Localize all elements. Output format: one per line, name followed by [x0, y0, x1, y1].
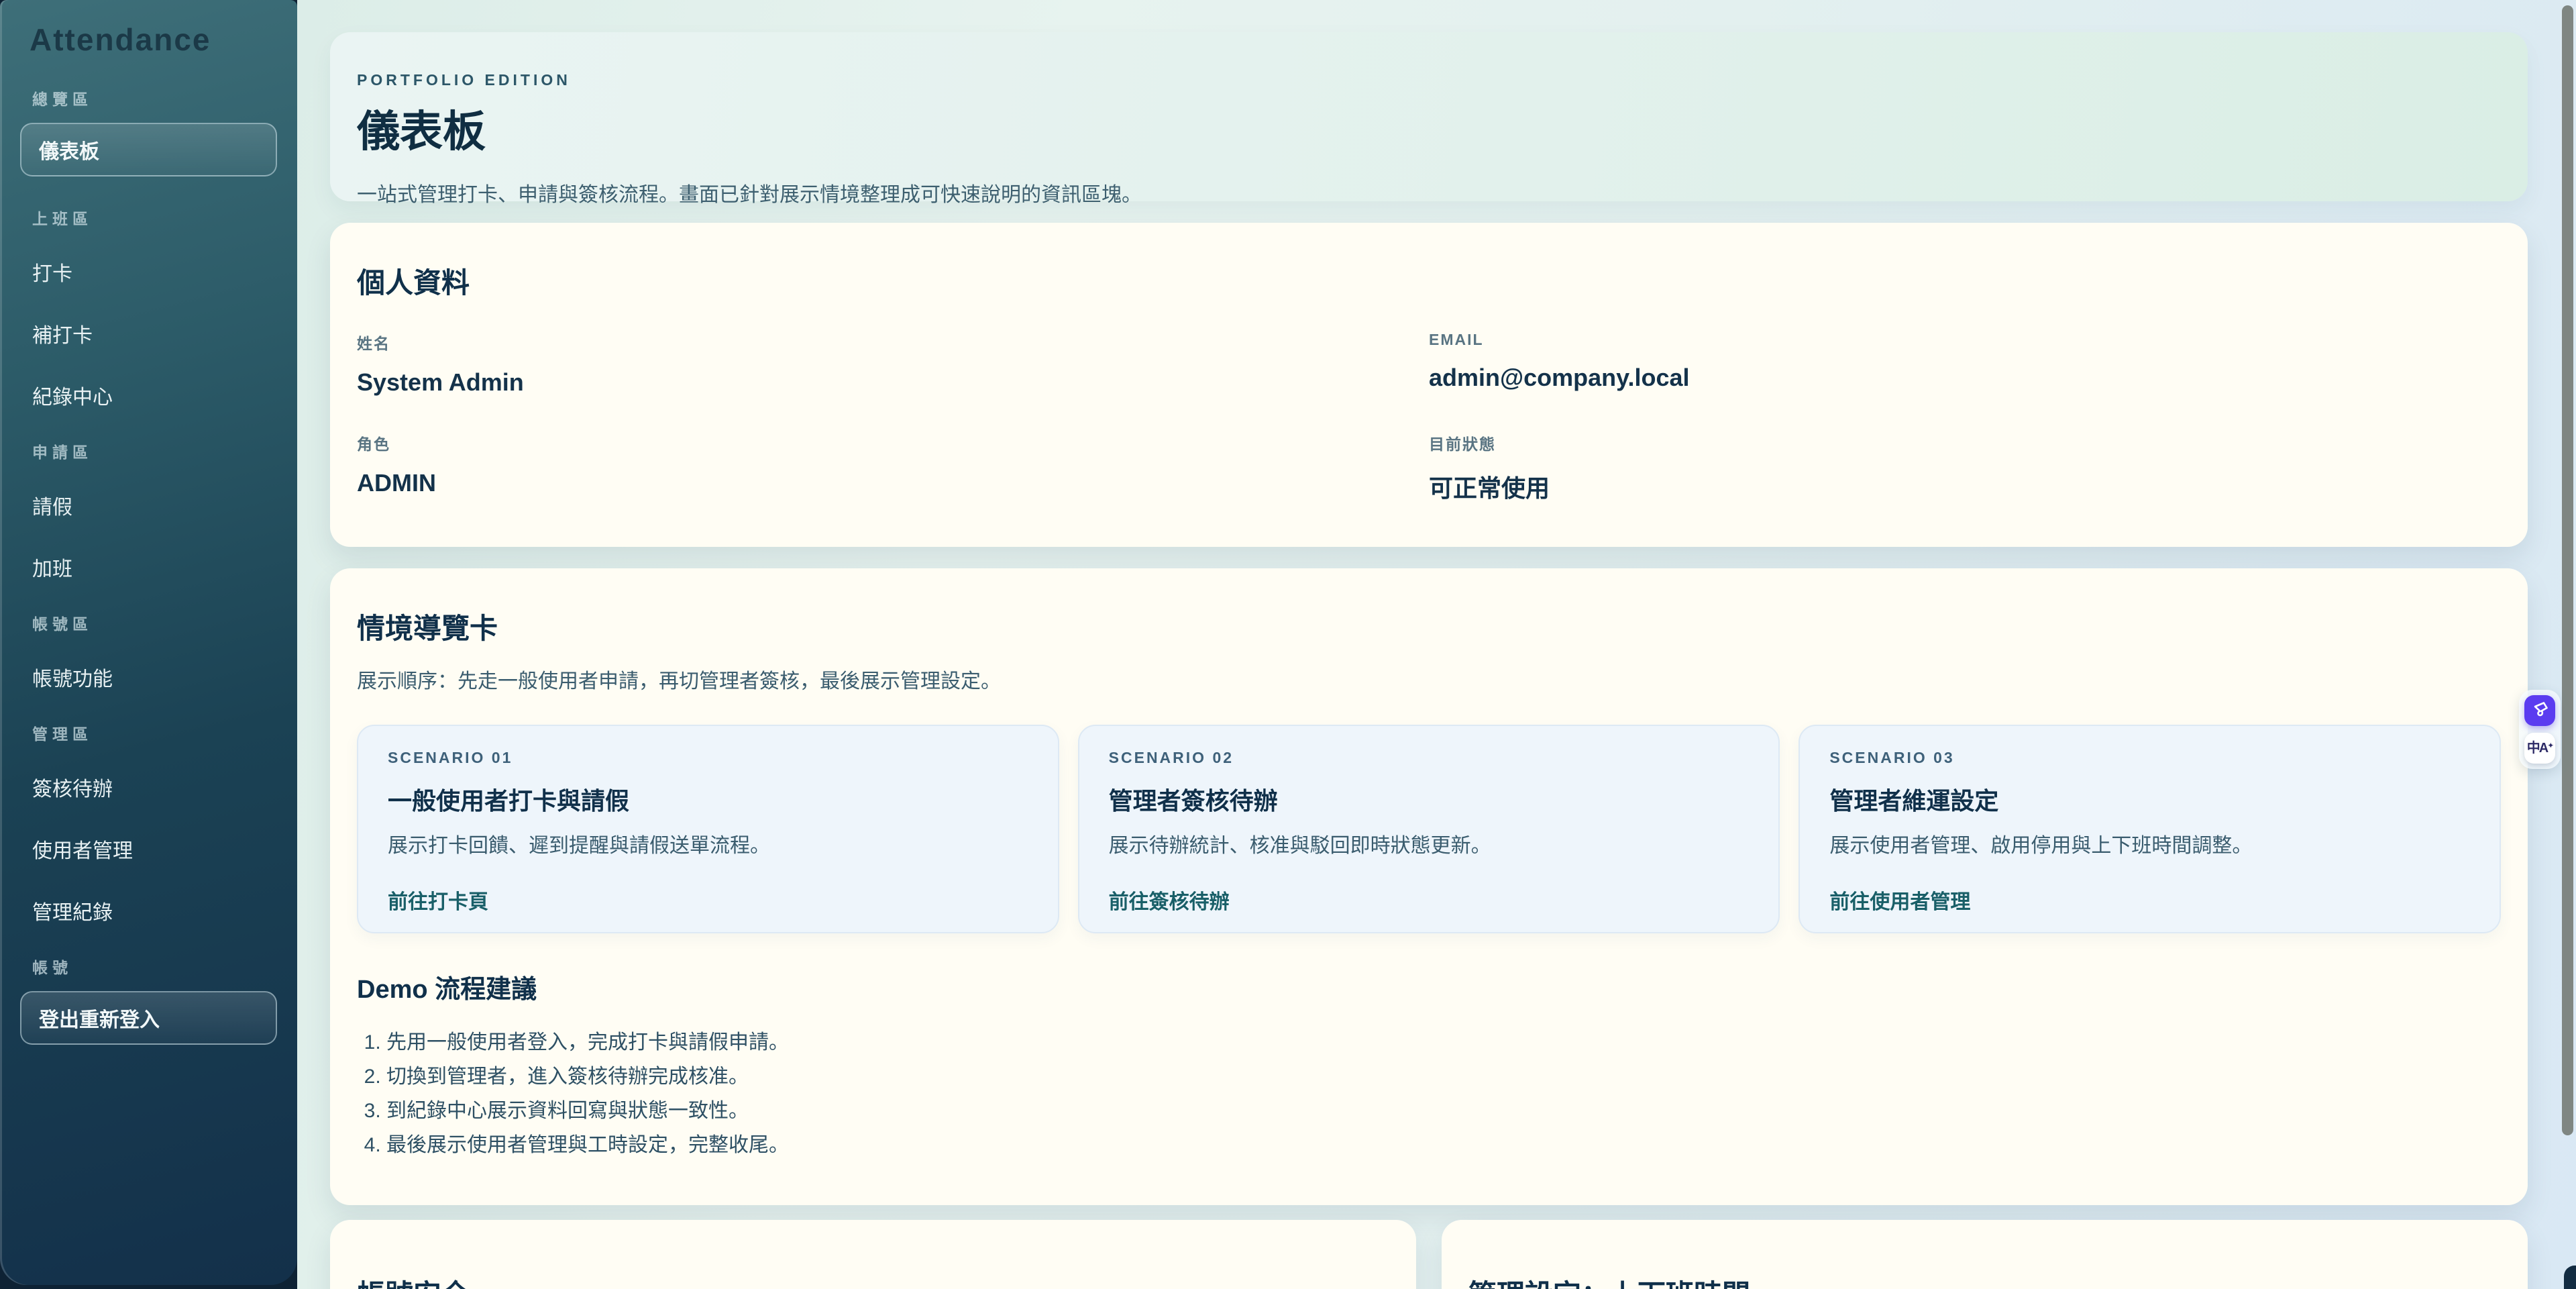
- sidebar-section-overview: 總覽區 儀表板: [20, 89, 277, 176]
- translate-button[interactable]: 中A✦: [2524, 733, 2555, 764]
- sidebar-item-records-center[interactable]: 紀錄中心: [20, 380, 277, 410]
- section-label: 帳號: [20, 958, 277, 978]
- sidebar-section-session: 帳號 登出重新登入: [20, 958, 277, 1045]
- account-security-title: 帳號安全: [357, 1272, 1389, 1289]
- scenario-link-approvals[interactable]: 前往簽核待辦: [1109, 885, 1230, 915]
- scenario-tag: SCENARIO 02: [1109, 749, 1750, 767]
- field-label: 角色: [357, 431, 1429, 454]
- scenario-guide-title: 情境導覽卡: [357, 606, 2501, 647]
- section-label: 申請區: [20, 442, 277, 462]
- scenario-title: 管理者維運設定: [1829, 782, 2470, 817]
- section-label: 管理區: [20, 724, 277, 744]
- field-label: 姓名: [357, 331, 1429, 354]
- scenario-tag: SCENARIO 03: [1829, 749, 2470, 767]
- sidebar-item-admin-logs[interactable]: 管理紀錄: [20, 896, 277, 925]
- scenario-guide-card: 情境導覽卡 展示順序：先走一般使用者申請，再切管理者簽核，最後展示管理設定。 S…: [330, 568, 2528, 1205]
- scenario-card-1: SCENARIO 01 一般使用者打卡與請假 展示打卡回饋、遲到提醒與請假送單流…: [357, 725, 1059, 933]
- profile-card: 個人資料 姓名 System Admin EMAIL admin@company…: [330, 223, 2528, 547]
- sidebar-item-account-functions[interactable]: 帳號功能: [20, 662, 277, 692]
- work-hours-title: 管理設定：上下班時間: [1468, 1272, 2501, 1289]
- sidebar-item-approvals[interactable]: 簽核待辦: [20, 772, 277, 802]
- bottom-row: 帳號安全 密碼修改與重設功能已移至帳號區，點擊後再進入對應頁面操作。 前往帳號區…: [330, 1220, 2528, 1289]
- demo-step: 切換到管理者，進入簽核待辦完成核准。: [386, 1060, 2501, 1094]
- scenario-grid: SCENARIO 01 一般使用者打卡與請假 展示打卡回饋、遲到提醒與請假送單流…: [357, 725, 2501, 933]
- demo-flow-list: 先用一般使用者登入，完成打卡與請假申請。 切換到管理者，進入簽核待辦完成核准。 …: [357, 1025, 2501, 1162]
- page-header-card: PORTFOLIO EDITION 儀表板 一站式管理打卡、申請與簽核流程。畫面…: [330, 32, 2528, 201]
- sidebar-section-account: 帳號區 帳號功能: [20, 614, 277, 692]
- sidebar-section-work: 上班區 打卡 補打卡 紀錄中心: [20, 209, 277, 410]
- scenario-title: 一般使用者打卡與請假: [388, 782, 1028, 817]
- sidebar-item-overtime[interactable]: 加班: [20, 552, 277, 582]
- app-title: Attendance: [20, 23, 277, 57]
- sidebar-column: Attendance 總覽區 儀表板 上班區 打卡 補打卡 紀錄中心 申請區 請…: [0, 0, 297, 1289]
- sidebar-item-user-management[interactable]: 使用者管理: [20, 834, 277, 864]
- field-value: admin@company.local: [1429, 364, 2501, 392]
- page-title: 儀表板: [357, 97, 2501, 159]
- scenario-card-3: SCENARIO 03 管理者維運設定 展示使用者管理、啟用停用與上下班時間調整…: [1799, 725, 2501, 933]
- scenario-description: 展示使用者管理、啟用停用與上下班時間調整。: [1829, 829, 2470, 858]
- profile-field-grid: 姓名 System Admin EMAIL admin@company.loca…: [357, 331, 2501, 504]
- section-label: 總覽區: [20, 89, 277, 109]
- field-value: System Admin: [357, 368, 1429, 397]
- sidebar-section-requests: 申請區 請假 加班: [20, 442, 277, 582]
- scenario-description: 展示待辦統計、核准與駁回即時狀態更新。: [1109, 829, 1750, 858]
- scenario-tag: SCENARIO 01: [388, 749, 1028, 767]
- sidebar-item-dashboard[interactable]: 儀表板: [20, 123, 277, 176]
- scenario-link-user-management[interactable]: 前往使用者管理: [1829, 885, 1970, 915]
- field-label: EMAIL: [1429, 331, 2501, 349]
- scrollbar-thumb[interactable]: [2562, 5, 2573, 1135]
- scenario-card-2: SCENARIO 02 管理者簽核待辦 展示待辦統計、核准與駁回即時狀態更新。 …: [1078, 725, 1780, 933]
- sider-assistant-icon: [2530, 700, 2549, 722]
- status-value: 可正常使用: [1429, 469, 2501, 504]
- page-description: 一站式管理打卡、申請與簽核流程。畫面已針對展示情境整理成可快速說明的資訊區塊。: [357, 178, 2501, 207]
- translate-icon: 中A✦: [2527, 741, 2553, 755]
- profile-field-status: 目前狀態 可正常使用: [1429, 431, 2501, 504]
- scenario-title: 管理者簽核待辦: [1109, 782, 1750, 817]
- scenario-description: 展示打卡回饋、遲到提醒與請假送單流程。: [388, 829, 1028, 858]
- field-label: 目前狀態: [1429, 431, 2501, 454]
- main-content: PORTFOLIO EDITION 儀表板 一站式管理打卡、申請與簽核流程。畫面…: [297, 0, 2576, 1289]
- assistant-button[interactable]: [2524, 695, 2555, 726]
- edition-eyebrow: PORTFOLIO EDITION: [357, 71, 2501, 89]
- browser-extension-dock: 中A✦: [2519, 690, 2561, 769]
- demo-step: 最後展示使用者管理與工時設定，完整收尾。: [386, 1128, 2501, 1162]
- sidebar-item-leave[interactable]: 請假: [20, 491, 277, 520]
- corner-notch: [2564, 1266, 2576, 1289]
- scenario-guide-subtitle: 展示順序：先走一般使用者申請，再切管理者簽核，最後展示管理設定。: [357, 664, 2501, 694]
- profile-field-role: 角色 ADMIN: [357, 431, 1429, 504]
- scenario-link-clock-in-page[interactable]: 前往打卡頁: [388, 885, 488, 915]
- demo-flow-title: Demo 流程建議: [357, 968, 2501, 1005]
- profile-field-name: 姓名 System Admin: [357, 331, 1429, 397]
- section-label: 帳號區: [20, 614, 277, 634]
- profile-field-email: EMAIL admin@company.local: [1429, 331, 2501, 397]
- account-security-card: 帳號安全 密碼修改與重設功能已移至帳號區，點擊後再進入對應頁面操作。 前往帳號區: [330, 1220, 1416, 1289]
- work-hours-settings-card: 管理設定：上下班時間 此設定會影響打卡遲到提醒判斷。 上班時間 下班時間: [1442, 1220, 2528, 1289]
- sidebar-section-admin: 管理區 簽核待辦 使用者管理 管理紀錄: [20, 724, 277, 925]
- section-label: 上班區: [20, 209, 277, 229]
- demo-step: 到紀錄中心展示資料回寫與狀態一致性。: [386, 1094, 2501, 1128]
- logout-button[interactable]: 登出重新登入: [20, 991, 277, 1045]
- demo-step: 先用一般使用者登入，完成打卡與請假申請。: [386, 1025, 2501, 1060]
- profile-card-title: 個人資料: [357, 260, 2501, 301]
- sidebar-item-clock-in[interactable]: 打卡: [20, 257, 277, 287]
- field-value: ADMIN: [357, 469, 1429, 497]
- sidebar: Attendance 總覽區 儀表板 上班區 打卡 補打卡 紀錄中心 申請區 請…: [0, 0, 297, 1285]
- sidebar-item-makeup-clock-in[interactable]: 補打卡: [20, 319, 277, 348]
